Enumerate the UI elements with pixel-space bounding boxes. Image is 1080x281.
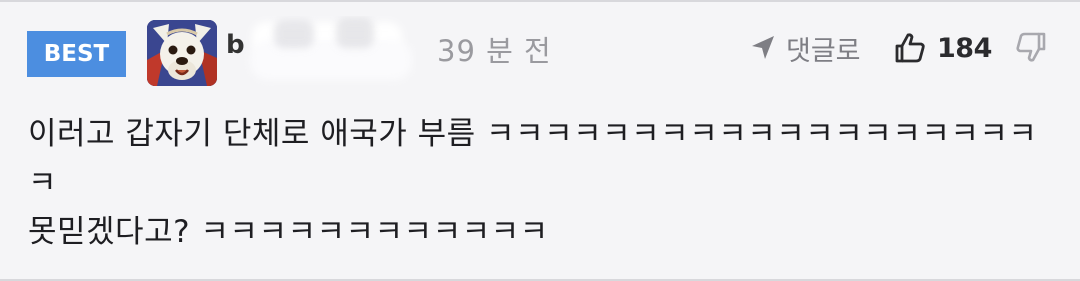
reply-label: 댓글로	[786, 35, 861, 67]
avatar[interactable]	[147, 20, 217, 86]
like-button[interactable]: 184	[893, 26, 992, 70]
comment-line: 못믿겠다고? ㅋㅋㅋㅋㅋㅋㅋㅋㅋㅋㅋㅋ	[28, 214, 549, 250]
comment-header: BEST b 39 분 전 댓글로 184	[0, 2, 1080, 102]
comment-body: 이러고 갑자기 단체로 애국가 부름 ㅋㅋㅋㅋㅋㅋㅋㅋㅋㅋㅋㅋㅋㅋㅋㅋㅋㅋㅋㅋ 못…	[28, 110, 1058, 257]
reply-button[interactable]: 댓글로	[748, 26, 861, 70]
comment-line: ㅋ	[28, 165, 58, 201]
comment-timestamp: 39 분 전	[437, 34, 552, 68]
best-badge: BEST	[27, 31, 126, 77]
comment-line: 이러고 갑자기 단체로 애국가 부름 ㅋㅋㅋㅋㅋㅋㅋㅋㅋㅋㅋㅋㅋㅋㅋㅋㅋㅋㅋ	[28, 116, 1038, 152]
dog-avatar-image	[147, 20, 217, 86]
thumbs-down-icon[interactable]	[1014, 30, 1048, 64]
navigation-arrow-icon	[752, 36, 774, 59]
like-count: 184	[937, 32, 992, 64]
thumbs-up-icon	[895, 33, 925, 63]
redacted-name-blur	[250, 18, 412, 80]
best-comment: BEST b 39 분 전 댓글로 184 이러고 갑자기 단체로 애국가 부름…	[0, 0, 1080, 281]
username[interactable]: b	[226, 30, 245, 60]
